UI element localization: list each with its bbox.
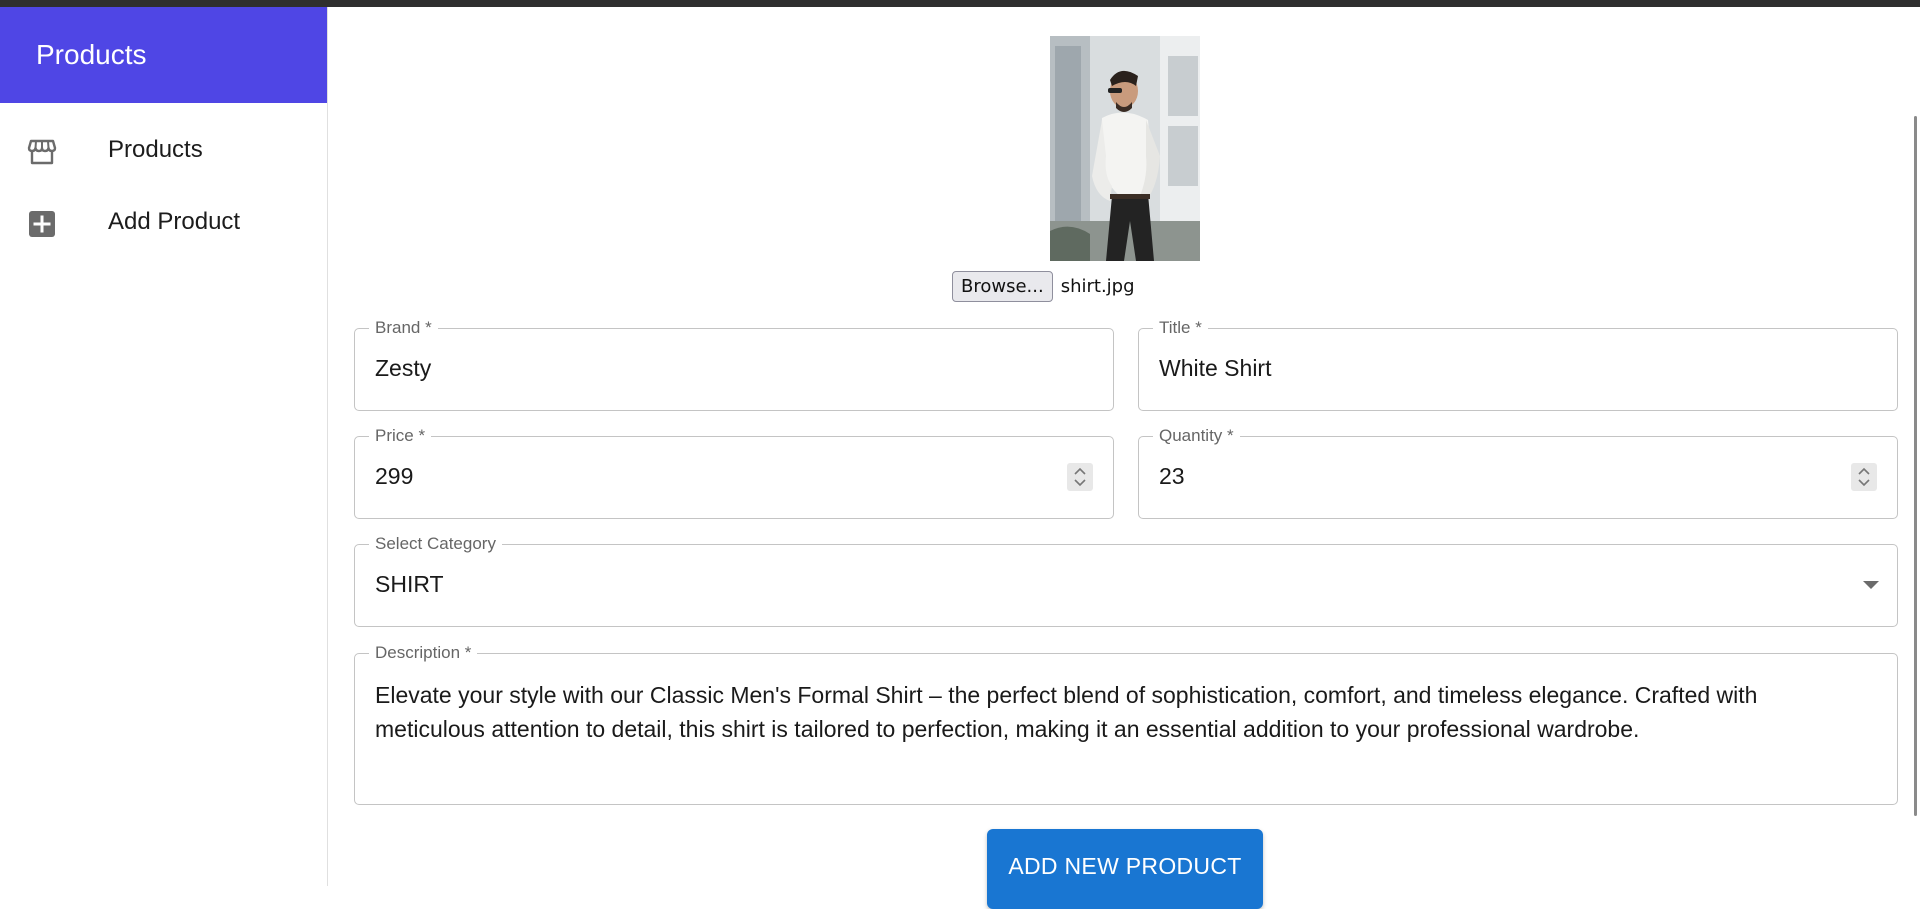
man-in-white-shirt-image	[1050, 36, 1200, 261]
quantity-stepper[interactable]	[1851, 463, 1877, 491]
storefront-icon	[26, 136, 58, 168]
price-field[interactable]: Price * 299	[354, 426, 1114, 519]
dropdown-arrow-icon[interactable]	[1863, 581, 1879, 589]
scrollbar[interactable]	[1908, 7, 1920, 886]
category-value[interactable]: SHIRT	[375, 571, 444, 598]
title-value[interactable]: White Shirt	[1159, 355, 1271, 382]
price-value[interactable]: 299	[375, 463, 413, 490]
sidebar-item-products[interactable]: Products	[0, 120, 327, 180]
brand-field[interactable]: Brand * Zesty	[354, 318, 1114, 411]
selected-file-name: shirt.jpg	[1060, 275, 1135, 297]
sidebar-header: Products	[0, 7, 327, 103]
description-value[interactable]: Elevate your style with our Classic Men'…	[375, 678, 1873, 746]
price-stepper[interactable]	[1067, 463, 1093, 491]
category-label: Select Category	[369, 534, 502, 554]
brand-value[interactable]: Zesty	[375, 355, 431, 382]
sidebar-item-add-product[interactable]: Add Product	[0, 192, 327, 252]
stepper-arrows-icon	[1074, 467, 1086, 487]
quantity-field[interactable]: Quantity * 23	[1138, 426, 1898, 519]
add-product-form: Browse... shirt.jpg Brand * Zesty Title …	[328, 7, 1920, 909]
title-label: Title *	[1153, 318, 1208, 338]
scrollbar-thumb[interactable]	[1914, 116, 1917, 816]
title-field[interactable]: Title * White Shirt	[1138, 318, 1898, 411]
brand-label: Brand *	[369, 318, 438, 338]
sidebar-item-label: Add Product	[108, 208, 241, 235]
stepper-arrows-icon	[1858, 467, 1870, 487]
browse-button[interactable]: Browse...	[952, 270, 1053, 302]
description-field[interactable]: Description * Elevate your style with ou…	[354, 643, 1898, 805]
sidebar-item-label: Products	[108, 136, 203, 163]
category-select[interactable]: Select Category SHIRT	[354, 534, 1898, 627]
quantity-value[interactable]: 23	[1159, 463, 1185, 490]
quantity-label: Quantity *	[1153, 426, 1240, 446]
file-input: Browse... shirt.jpg	[952, 270, 1135, 302]
description-label: Description *	[369, 643, 478, 663]
price-label: Price *	[369, 426, 432, 446]
add-box-icon	[26, 208, 58, 240]
product-image-preview	[1050, 36, 1200, 261]
sidebar-title: Products	[36, 39, 147, 70]
sidebar: Products Products Add Product	[0, 7, 328, 886]
add-new-product-button[interactable]: ADD NEW PRODUCT	[987, 829, 1263, 909]
window-top-bar	[0, 0, 1920, 7]
